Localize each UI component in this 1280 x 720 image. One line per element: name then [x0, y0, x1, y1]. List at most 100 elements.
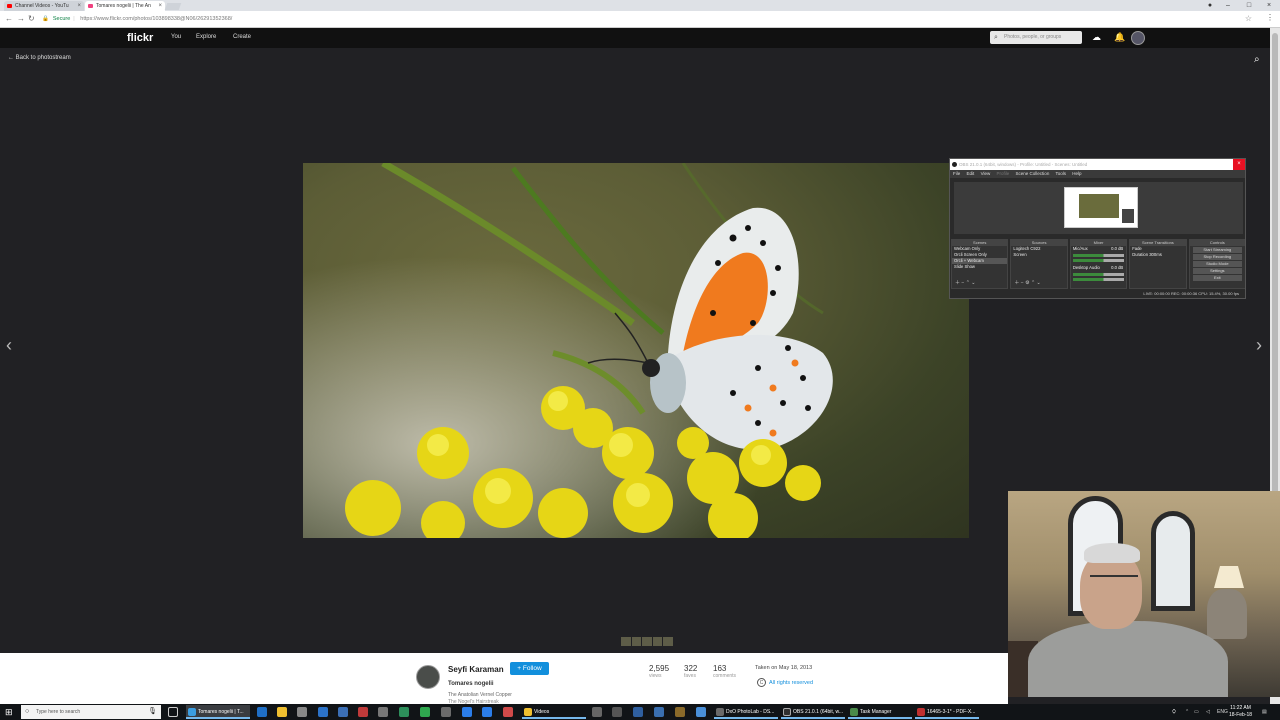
back-to-photostream-link[interactable]: ← Back to photostream — [8, 55, 71, 61]
omnibox[interactable]: 🔒 Secure | https://www.flickr.com/photos/1… — [38, 13, 1248, 26]
forward-arrow-icon[interactable]: → — [17, 14, 25, 23]
thumbnail[interactable] — [663, 637, 673, 646]
taskbar-search-input[interactable]: ○ Type here to search 🎙 — [21, 705, 161, 719]
owner-name[interactable]: Seyfi Karaman — [448, 665, 504, 674]
duration-input[interactable]: 300ms — [1149, 252, 1162, 257]
close-tab-icon[interactable]: × — [158, 1, 162, 11]
app-icon[interactable] — [592, 707, 602, 717]
app-icon[interactable] — [420, 707, 430, 717]
nav-explore[interactable]: Explore — [196, 28, 216, 47]
app-icon[interactable] — [462, 707, 472, 717]
source-item[interactable]: Screen — [1011, 252, 1066, 258]
thumbnail[interactable] — [621, 637, 631, 646]
system-clock[interactable]: 11:22 AM 18-Feb-18 — [1229, 705, 1252, 719]
input-language[interactable]: ENG — [1217, 706, 1228, 718]
profile-icon[interactable]: ● — [1201, 0, 1219, 11]
obs-menu-tools[interactable]: Tools — [1056, 171, 1067, 176]
notifications-bell-icon[interactable]: 🔔 — [1114, 31, 1125, 44]
task-view-icon[interactable] — [168, 707, 178, 717]
previous-photo-arrow-icon[interactable]: ‹ — [6, 335, 12, 356]
obs-menu-file[interactable]: File — [953, 171, 960, 176]
taskbar-app-videos[interactable]: Videos — [522, 705, 586, 719]
tray-chevron-icon[interactable]: ⌃ — [1185, 706, 1189, 718]
obs-menu-help[interactable]: Help — [1072, 171, 1081, 176]
new-tab-button[interactable] — [164, 3, 182, 10]
app-icon[interactable] — [696, 707, 706, 717]
skype-icon[interactable] — [482, 707, 492, 717]
reload-icon[interactable]: ↻ — [28, 14, 35, 23]
thumbnail[interactable] — [631, 637, 642, 646]
nav-create[interactable]: Create — [233, 28, 251, 47]
taskbar-app-chrome[interactable]: Tomares nogelii | T... — [186, 705, 250, 719]
taskbar-app-dxo[interactable]: DxO PhotoLab - DS... — [714, 705, 778, 719]
settings-button[interactable]: Settings — [1192, 268, 1243, 274]
taken-date[interactable]: Taken on May 18, 2013 — [755, 665, 812, 671]
windows-taskbar: ⊞ ○ Type here to search 🎙 Tomares nogeli… — [0, 704, 1280, 720]
notifications-icon[interactable]: ▤ — [1262, 706, 1267, 718]
start-streaming-button[interactable]: Start Streaming — [1192, 247, 1243, 253]
windows-start-icon[interactable]: ⊞ — [5, 706, 13, 718]
chrome-menu-icon[interactable]: ⋮ — [1266, 13, 1274, 22]
thumbnail[interactable] — [642, 637, 652, 646]
calculator-icon[interactable] — [378, 707, 388, 717]
source-toolbar[interactable]: ＋ − ⚙ ⌃ ⌄ — [1014, 279, 1040, 286]
volume-slider[interactable] — [1072, 259, 1125, 262]
nav-you[interactable]: You — [171, 28, 181, 47]
exit-button[interactable]: Exit — [1192, 275, 1243, 281]
people-icon[interactable]: ⛭ — [1172, 706, 1176, 718]
microphone-icon[interactable]: 🎙 — [148, 705, 157, 719]
app-icon[interactable] — [675, 707, 685, 717]
lightbox-search-icon[interactable]: ⌕ — [1254, 54, 1260, 65]
network-icon[interactable]: ▭ — [1194, 706, 1199, 718]
bookmark-star-icon[interactable]: ☆ — [1245, 14, 1252, 23]
follow-button[interactable]: + Follow — [510, 662, 549, 675]
edge-icon[interactable] — [257, 707, 267, 717]
mail-icon[interactable] — [318, 707, 328, 717]
app-icon[interactable] — [358, 707, 368, 717]
owner-avatar[interactable] — [416, 665, 440, 689]
browser-tab-flickr[interactable]: Tomares nogelii | The An × — [85, 1, 165, 11]
flickr-logo[interactable]: flickr — [127, 29, 153, 47]
minimize-button[interactable]: – — [1219, 0, 1237, 11]
thumbnail[interactable] — [652, 637, 663, 646]
obs-menu-view[interactable]: View — [981, 171, 991, 176]
taskbar-app-pdf[interactable]: 16465-3-1* - PDF-X... — [915, 705, 979, 719]
obs-preview[interactable] — [1064, 187, 1138, 228]
volume-slider[interactable] — [1072, 278, 1125, 281]
store-icon[interactable] — [297, 707, 307, 717]
next-photo-arrow-icon[interactable]: › — [1256, 335, 1262, 356]
studio-mode-button[interactable]: Studio Mode — [1192, 261, 1243, 267]
photo-thumbnail-strip[interactable] — [621, 637, 673, 646]
close-tab-icon[interactable]: × — [77, 1, 81, 11]
scene-toolbar[interactable]: ＋ − ⌃ ⌄ — [955, 279, 975, 286]
app-icon[interactable] — [654, 707, 664, 717]
obs-menu-scene-collection[interactable]: Scene Collection — [1016, 171, 1050, 176]
obs-window: OBS 21.0.1 (64bit, windows) - Profile: U… — [949, 158, 1246, 299]
user-avatar[interactable] — [1131, 31, 1145, 45]
upload-cloud-icon[interactable]: ☁ — [1092, 31, 1101, 44]
app-icon[interactable] — [338, 707, 348, 717]
obs-close-button[interactable]: × — [1233, 159, 1245, 170]
taskbar-app-obs[interactable]: OBS 21.0.1 (64bit, w... — [781, 705, 845, 719]
license-link[interactable]: C All rights reserved — [757, 678, 813, 687]
copyright-icon: C — [757, 678, 766, 687]
obs-docks: Scenes Webcam Only Orcli Screen Only Orc… — [951, 239, 1245, 289]
taskbar-app-task-manager[interactable]: Task Manager — [848, 705, 912, 719]
volume-icon[interactable]: ◁ — [1206, 706, 1210, 718]
obs-menu-edit[interactable]: Edit — [967, 171, 975, 176]
app-icon[interactable] — [441, 707, 451, 717]
chrome-icon — [188, 708, 196, 716]
app-icon[interactable] — [503, 707, 513, 717]
back-arrow-icon[interactable]: ← — [5, 14, 13, 23]
scene-item[interactable]: Slide Show — [952, 264, 1007, 270]
close-window-button[interactable]: × — [1260, 0, 1278, 11]
camera-icon[interactable] — [612, 707, 622, 717]
app-icon[interactable] — [399, 707, 409, 717]
maximize-button[interactable]: □ — [1240, 0, 1258, 11]
stop-recording-button[interactable]: Stop Recording — [1192, 254, 1243, 260]
browser-tab-youtube[interactable]: Channel Videos - YouTu × — [4, 1, 84, 11]
app-icon[interactable] — [633, 707, 643, 717]
obs-menu-profile[interactable]: Profile — [997, 171, 1010, 176]
file-explorer-icon[interactable] — [277, 707, 287, 717]
flickr-search-input[interactable]: ⌕ Photos, people, or groups — [990, 31, 1082, 44]
